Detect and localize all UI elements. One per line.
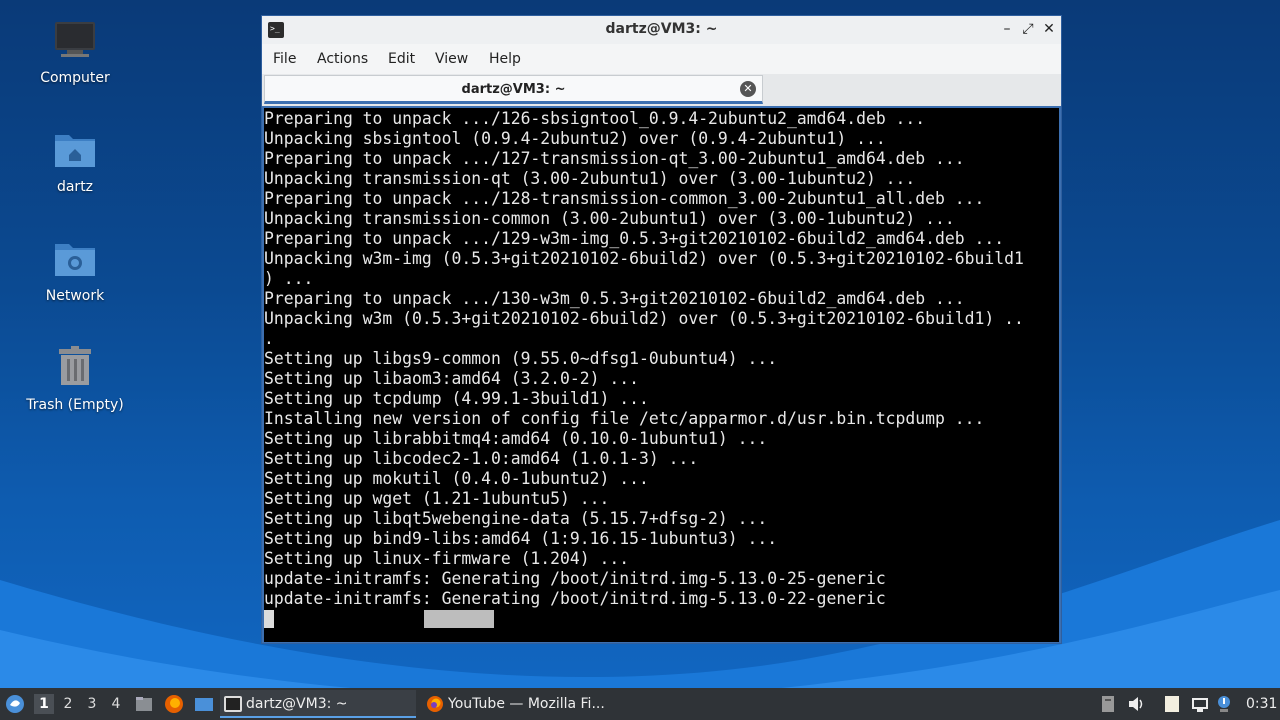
terminal-icon xyxy=(224,696,242,712)
terminal-line: Preparing to unpack .../128-transmission… xyxy=(264,189,985,208)
terminal-line: Setting up libgs9-common (9.55.0~dfsg1-0… xyxy=(264,349,778,368)
terminal-window: dartz@VM3: ~ – ⤢ ✕ File Actions Edit Vie… xyxy=(261,15,1062,644)
task-label: YouTube — Mozilla Fi... xyxy=(448,696,605,712)
window-titlebar[interactable]: dartz@VM3: ~ – ⤢ ✕ xyxy=(262,16,1061,44)
terminal-tab[interactable]: dartz@VM3: ~ ✕ xyxy=(264,75,763,104)
workspace-4[interactable]: 4 xyxy=(106,694,126,714)
desktop-icon-computer[interactable]: Computer xyxy=(20,18,130,86)
terminal-line: Setting up tcpdump (4.99.1-3build1) ... xyxy=(264,389,649,408)
tab-bar: dartz@VM3: ~ ✕ xyxy=(262,74,1061,106)
terminal-line: Setting up mokutil (0.4.0-1ubuntu2) ... xyxy=(264,469,649,488)
terminal-line: update-initramfs: Generating /boot/initr… xyxy=(264,569,886,588)
terminal-line: Preparing to unpack .../129-w3m-img_0.5.… xyxy=(264,229,1005,248)
terminal-output[interactable]: Preparing to unpack .../126-sbsigntool_0… xyxy=(264,108,1059,642)
terminal-selection xyxy=(424,610,494,628)
terminal-line: update-initramfs: Generating /boot/initr… xyxy=(264,589,886,608)
minimize-button[interactable]: – xyxy=(998,20,1016,38)
terminal-line: Setting up bind9-libs:amd64 (1:9.16.15-1… xyxy=(264,529,778,548)
terminal-line: Setting up libqt5webengine-data (5.15.7+… xyxy=(264,509,768,528)
menu-view[interactable]: View xyxy=(435,51,468,67)
menu-actions[interactable]: Actions xyxy=(317,51,368,67)
terminal-line: ) ... xyxy=(264,269,314,288)
terminal-line: Preparing to unpack .../130-w3m_0.5.3+gi… xyxy=(264,289,965,308)
notes-icon[interactable] xyxy=(1162,694,1182,714)
workspace-3[interactable]: 3 xyxy=(82,694,102,714)
terminal-line: Unpacking transmission-qt (3.00-2ubuntu1… xyxy=(264,169,916,188)
terminal-cursor xyxy=(264,610,274,628)
terminal-line: Unpacking w3m-img (0.5.3+git20210102-6bu… xyxy=(264,249,1024,268)
terminal-line: Unpacking sbsigntool (0.9.4-2ubuntu2) ov… xyxy=(264,129,886,148)
desktop-icon-network[interactable]: Network xyxy=(20,236,130,304)
trash-icon xyxy=(59,346,91,385)
start-menu-icon[interactable] xyxy=(5,694,25,714)
computer-icon xyxy=(55,22,95,57)
window-title: dartz@VM3: ~ xyxy=(605,21,718,37)
close-button[interactable]: ✕ xyxy=(1040,20,1058,38)
clipboard-icon[interactable] xyxy=(1098,694,1118,714)
terminal-line: Unpacking transmission-common (3.00-2ubu… xyxy=(264,209,955,228)
menu-edit[interactable]: Edit xyxy=(388,51,415,67)
menu-file[interactable]: File xyxy=(273,51,296,67)
terminal-line: Preparing to unpack .../127-transmission… xyxy=(264,149,965,168)
workspace-1[interactable]: 1 xyxy=(34,694,54,714)
terminal-line: Unpacking w3m (0.5.3+git20210102-6build2… xyxy=(264,309,1024,328)
desktop-icon-label: Trash (Empty) xyxy=(26,397,124,413)
terminal-line: Setting up linux-firmware (1.204) ... xyxy=(264,549,630,568)
desktop-icon-home[interactable]: dartz xyxy=(20,127,130,195)
home-folder-icon xyxy=(55,135,95,167)
terminal-line: Setting up wget (1.21-1ubuntu5) ... xyxy=(264,489,610,508)
desktop-icon-label: dartz xyxy=(56,179,94,195)
firefox-launcher-icon[interactable] xyxy=(164,694,184,714)
show-desktop-icon[interactable] xyxy=(194,694,214,714)
menu-help[interactable]: Help xyxy=(489,51,521,67)
task-label: dartz@VM3: ~ xyxy=(246,696,348,712)
terminal-line: . xyxy=(264,329,274,348)
network-folder-icon xyxy=(55,244,95,276)
terminal-line: Setting up libaom3:amd64 (3.2.0-2) ... xyxy=(264,369,639,388)
file-manager-icon[interactable] xyxy=(134,694,154,714)
terminal-text: Preparing to unpack .../126-sbsigntool_0… xyxy=(264,109,1059,609)
clock[interactable]: 0:31 xyxy=(1246,688,1277,720)
task-terminal[interactable]: dartz@VM3: ~ xyxy=(220,690,416,718)
terminal-line: Preparing to unpack .../126-sbsigntool_0… xyxy=(264,109,926,128)
desktop-icon-label: Network xyxy=(45,288,105,304)
network-status-icon[interactable] xyxy=(1190,694,1210,714)
terminal-line: Setting up librabbitmq4:amd64 (0.10.0-1u… xyxy=(264,429,768,448)
desktop-icon-trash[interactable]: Trash (Empty) xyxy=(20,345,130,413)
terminal-line: Setting up libcodec2-1.0:amd64 (1.0.1-3)… xyxy=(264,449,699,468)
task-firefox[interactable]: YouTube — Mozilla Fi... xyxy=(422,690,622,718)
update-notifier-icon[interactable] xyxy=(1214,694,1234,714)
workspace-2[interactable]: 2 xyxy=(58,694,78,714)
tab-title: dartz@VM3: ~ xyxy=(461,82,566,97)
taskbar: 1 2 3 4 dartz@VM3: ~ YouTube — Mozilla F… xyxy=(0,688,1280,720)
desktop-icon-label: Computer xyxy=(40,70,110,86)
firefox-icon xyxy=(427,696,443,712)
maximize-button[interactable]: ⤢ xyxy=(1019,20,1037,38)
terminal-line: Installing new version of config file /e… xyxy=(264,409,985,428)
volume-icon[interactable] xyxy=(1126,694,1146,714)
tab-close-icon[interactable]: ✕ xyxy=(740,81,756,97)
menu-bar: File Actions Edit View Help xyxy=(262,44,1061,74)
